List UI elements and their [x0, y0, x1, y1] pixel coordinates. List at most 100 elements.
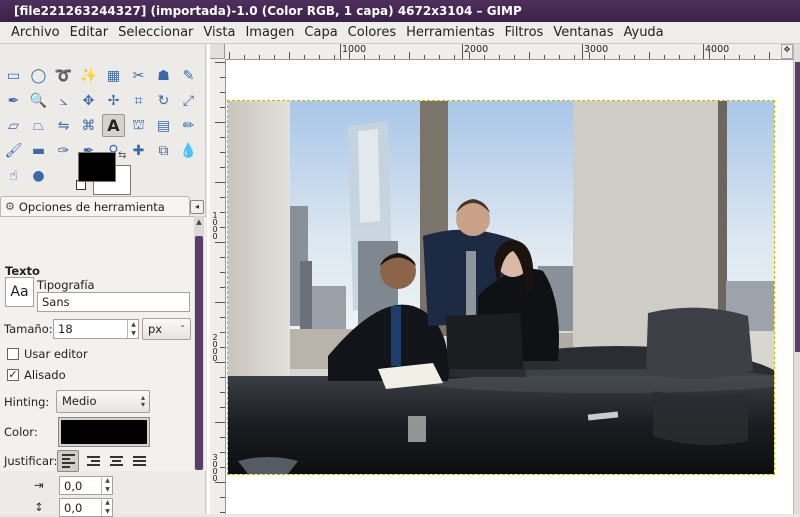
indent-icon: ⇥ [34, 478, 44, 492]
ruler-tick [364, 55, 365, 59]
menu-item-1[interactable]: Editar [65, 23, 114, 43]
justify-center-button[interactable] [105, 450, 127, 472]
vertical-scrollbar-thumb[interactable] [795, 62, 800, 352]
hinting-select[interactable]: Medio ▴ ▾ [56, 390, 150, 413]
scissors-select-icon[interactable]: ✂ [127, 64, 150, 87]
text-color-button[interactable] [58, 417, 150, 447]
ruler-tick [274, 55, 275, 59]
airbrush-icon[interactable]: ✑ [52, 139, 75, 162]
line-spacing-icon: ↕ [34, 500, 44, 514]
menu-item-10[interactable]: Ayuda [618, 23, 668, 43]
menu-item-9[interactable]: Ventanas [548, 23, 618, 43]
cage-icon[interactable]: ⌘ [77, 114, 100, 137]
tab-tool-options-label: Opciones de herramienta [18, 199, 165, 214]
measure-icon[interactable]: ⦣ [52, 89, 75, 112]
justify-right-icon [86, 454, 100, 468]
section-title: Texto [5, 264, 40, 278]
justify-fill-button[interactable] [128, 450, 150, 472]
blur-icon[interactable]: 💧 [177, 139, 200, 162]
ruler-tick [259, 55, 260, 59]
ruler-tick [439, 55, 440, 59]
foreground-select-icon[interactable]: ☗ [152, 64, 175, 87]
ruler-tick [394, 55, 395, 59]
font-preview-button[interactable]: Aa [5, 277, 34, 307]
size-stepper[interactable]: ▲ ▼ [127, 320, 139, 338]
ruler-tick [499, 55, 500, 59]
navigate-icon[interactable]: ✥ [781, 44, 793, 59]
ruler-tick [559, 55, 560, 59]
font-input[interactable]: Sans [37, 292, 190, 312]
ruler-tick [220, 452, 225, 453]
menu-item-7[interactable]: Herramientas [401, 23, 500, 43]
ruler-tick [739, 55, 740, 59]
canvas-image[interactable] [228, 101, 774, 474]
dodge-burn-icon[interactable]: ● [27, 164, 50, 187]
bucket-fill-icon[interactable]: ⛫ [127, 114, 150, 137]
text-icon[interactable]: A [102, 114, 125, 137]
indent-stepper[interactable]: ▲ ▼ [101, 476, 113, 494]
color-label: Color: [4, 425, 38, 439]
perspective-icon[interactable]: ⏢ [27, 114, 50, 137]
justify-left-button[interactable] [57, 450, 79, 472]
justify-right-button[interactable] [82, 450, 104, 472]
swap-colors-icon[interactable]: ⇆ [118, 150, 126, 161]
paths-icon[interactable]: ✎ [177, 64, 200, 87]
ruler-tick [215, 422, 225, 423]
ruler-tick [619, 55, 620, 59]
move-icon[interactable]: ✥ [77, 89, 100, 112]
menu-item-8[interactable]: Filtros [500, 23, 549, 43]
tool-options-scrollbar-thumb[interactable] [195, 236, 203, 470]
ruler-tick [424, 55, 425, 59]
align-icon[interactable]: ✢ [102, 89, 125, 112]
smudge-icon[interactable]: ☝ [2, 164, 25, 187]
window-title: [file221263244327] (importada)-1.0 (Colo… [0, 0, 800, 22]
antialias-label: Alisado [24, 368, 66, 382]
ruler-major-tick [703, 44, 704, 59]
ruler-tick [604, 55, 605, 59]
justify-fill-icon [132, 454, 146, 468]
blend-icon[interactable]: ▤ [152, 114, 175, 137]
ruler-tick [544, 55, 545, 59]
flip-icon[interactable]: ⇋ [52, 114, 75, 137]
crop-icon[interactable]: ⌗ [127, 89, 150, 112]
antialias-checkbox[interactable]: ✓ [7, 369, 19, 381]
zoom-icon[interactable]: 🔍 [27, 89, 50, 112]
menu-item-6[interactable]: Colores [343, 23, 401, 43]
ruler-tick [220, 92, 225, 93]
eraser-icon[interactable]: ▬ [27, 139, 50, 162]
chevron-up-down-icon: ▴ ▾ [140, 393, 145, 409]
shear-icon[interactable]: ▱ [2, 114, 25, 137]
tab-tool-options[interactable]: ⚙ Opciones de herramienta [0, 196, 190, 216]
select-by-color-icon[interactable]: ▦ [102, 64, 125, 87]
ruler-tick [220, 392, 225, 393]
unit-select[interactable]: px ⌃ [142, 318, 191, 340]
menu-item-5[interactable]: Capa [299, 23, 342, 43]
heal-icon[interactable]: ✚ [127, 139, 150, 162]
fuzzy-select-icon[interactable]: ✨ [77, 64, 100, 87]
rect-select-icon[interactable]: ▭ [2, 64, 25, 87]
ruler-tick [220, 257, 225, 258]
menu-item-3[interactable]: Vista [198, 23, 240, 43]
ruler-tick [724, 55, 725, 59]
foreground-color-swatch[interactable] [78, 152, 116, 182]
line-spacing-stepper[interactable]: ▲ ▼ [101, 498, 113, 516]
rotate-icon[interactable]: ↻ [152, 89, 175, 112]
use-editor-checkbox[interactable] [7, 348, 19, 360]
scroll-up-icon[interactable]: ▲ [194, 218, 204, 230]
free-select-icon[interactable]: ➰ [52, 64, 75, 87]
menu-item-4[interactable]: Imagen [240, 23, 299, 43]
perspective-clone-icon[interactable]: ⧉ [152, 139, 175, 162]
ruler-top[interactable]: 1000 2000 3000 4000 [225, 44, 793, 60]
ruler-left[interactable]: 1000 2000 3000 [210, 59, 226, 514]
scale-icon[interactable]: ⤢ [177, 89, 200, 112]
tab-menu-button[interactable]: ◂ [190, 200, 204, 214]
ruler-tick [220, 137, 225, 138]
color-picker-icon[interactable]: ✒ [2, 89, 25, 112]
menu-item-0[interactable]: Archivo [6, 23, 65, 43]
ruler-corner[interactable] [210, 44, 225, 59]
ruler-tick [694, 55, 695, 59]
paintbrush-icon[interactable]: 🖌 [2, 139, 25, 162]
pencil-icon[interactable]: ✏ [177, 114, 200, 137]
ellipse-select-icon[interactable]: ◯ [27, 64, 50, 87]
menu-item-2[interactable]: Seleccionar [113, 23, 198, 43]
